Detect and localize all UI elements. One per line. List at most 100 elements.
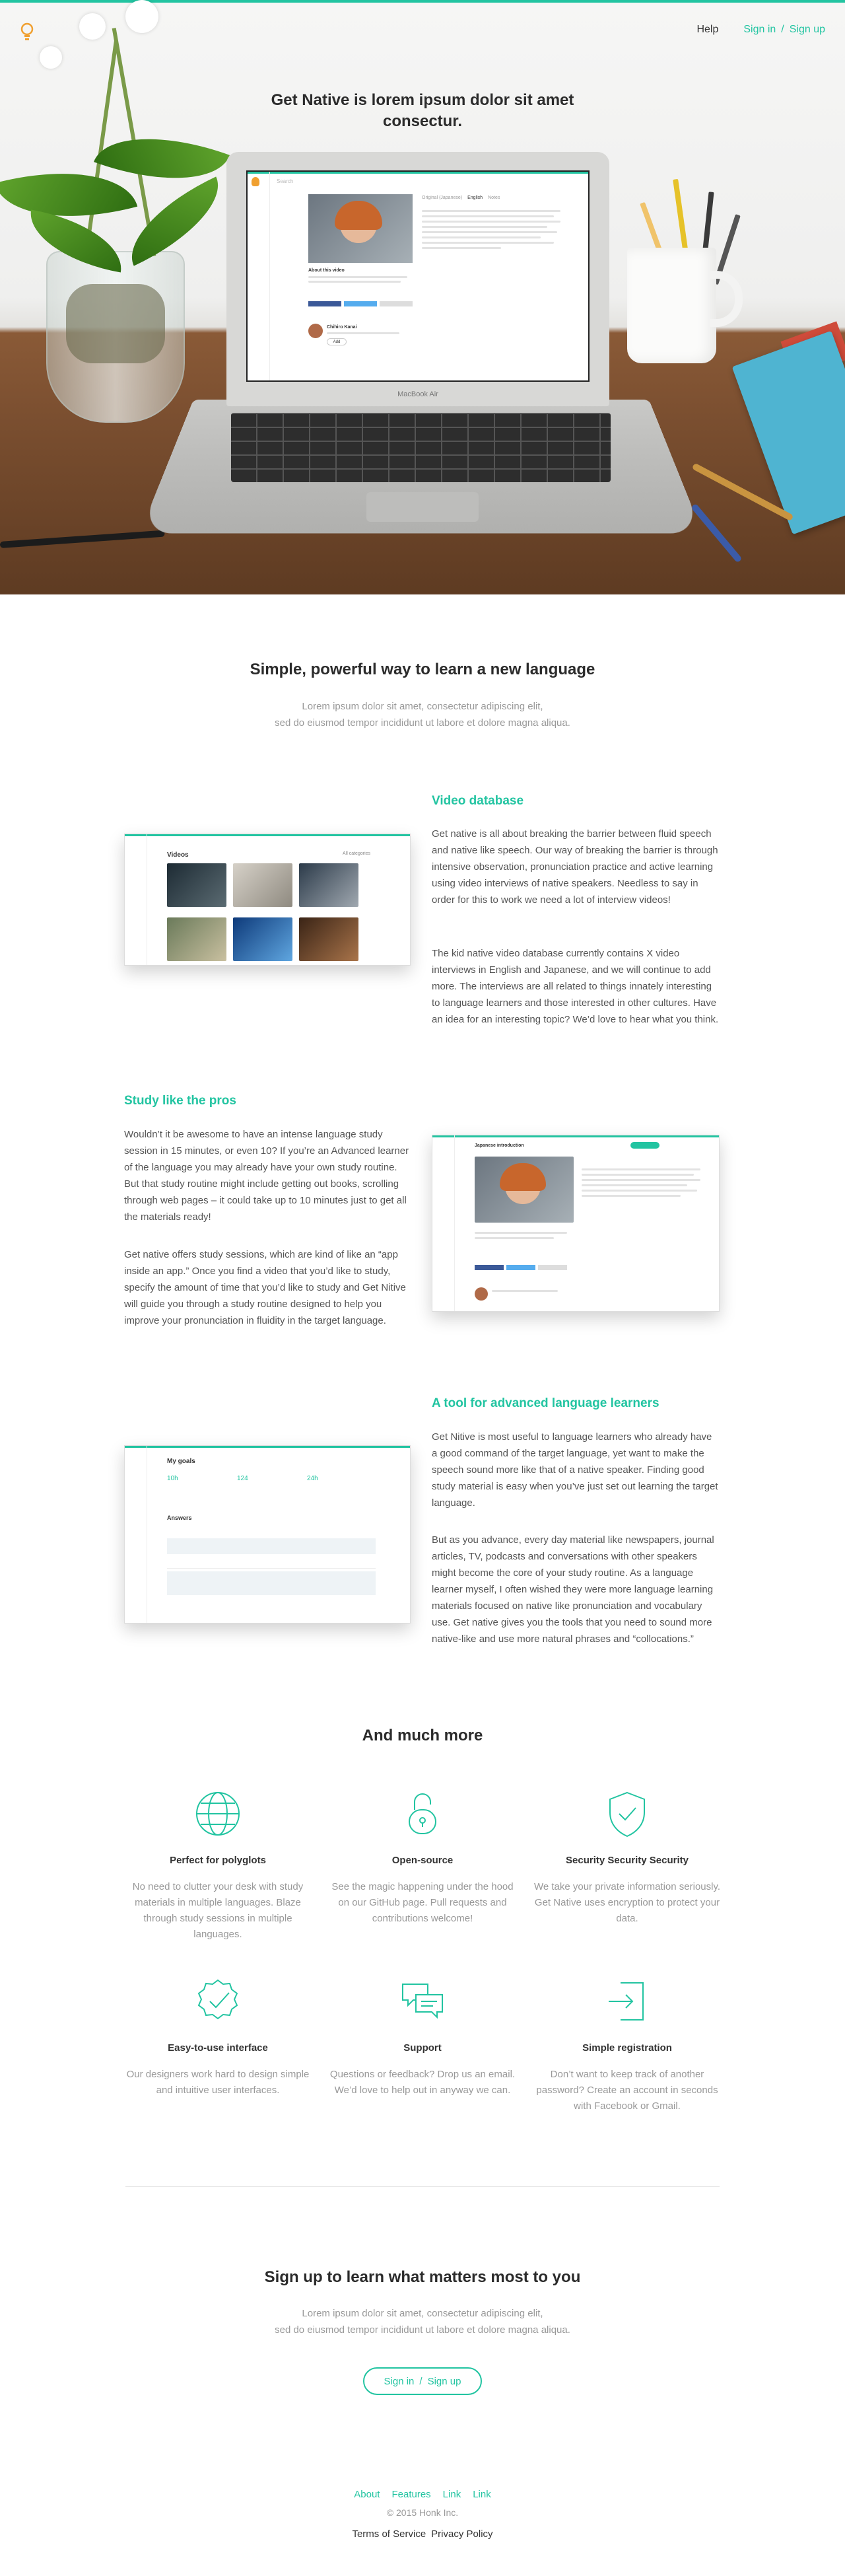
screen-add-button[interactable]: Add — [327, 338, 347, 345]
open-lock-icon — [396, 1787, 449, 1840]
book — [731, 330, 845, 535]
orchid-flower — [79, 13, 106, 40]
screen-tab[interactable]: Original (Japanese) — [422, 196, 462, 200]
screen-avatar — [308, 324, 323, 338]
pencil-mug — [627, 248, 716, 363]
lightbulb-icon[interactable] — [20, 22, 34, 42]
cta-sign-in-up-button[interactable]: Sign in / Sign up — [363, 2367, 482, 2395]
video-database-text: Get native is all about breaking the bar… — [432, 828, 718, 906]
goals-stat: 10h — [167, 1475, 178, 1482]
cta-text-line: Lorem ipsum dolor sit amet, consectetur … — [302, 2308, 543, 2319]
sign-in-icon — [601, 1975, 654, 2028]
intro-title: Simple, powerful way to learn a new lang… — [250, 661, 595, 678]
feature-card-security: Security Security Security We take your … — [531, 1787, 723, 1927]
footer-legal: Terms of Service Privacy Policy — [0, 2528, 845, 2540]
terms-link[interactable]: Terms of Service — [352, 2528, 426, 2540]
accent-topline — [0, 0, 845, 3]
videos-mock-filter: All categories — [343, 851, 371, 856]
orchid-flower — [40, 46, 62, 69]
hero-section: Search Original (Japanese) English Notes… — [0, 0, 845, 594]
video-database-title: Video database — [432, 794, 524, 808]
sign-up-link[interactable]: Sign up — [790, 24, 825, 36]
laptop-lid: Search Original (Japanese) English Notes… — [226, 152, 609, 406]
orchid-flower — [125, 0, 158, 33]
footer-copyright: © 2015 Honk Inc. — [386, 2507, 459, 2518]
video-database-text: The kid native video database currently … — [432, 948, 719, 1025]
study-text: Wouldn’t it be awesome to have an intens… — [124, 1129, 409, 1223]
screen-tab[interactable]: English — [467, 196, 483, 200]
advanced-tool-text: Get Nitive is most useful to language le… — [432, 1431, 718, 1509]
screen-sidebar — [248, 172, 270, 380]
table-marker — [0, 530, 165, 548]
feature-card-registration: Simple registration Don’t want to keep t… — [531, 1975, 723, 2114]
laptop-brand: MacBook Air — [397, 390, 438, 398]
badge-check-icon — [191, 1975, 244, 2028]
feature-card-text: See the magic happening under the hood o… — [331, 1881, 514, 1924]
screen-video-title: About this video — [308, 268, 345, 273]
feature-card-title: Simple registration — [582, 2042, 672, 2054]
feature-card-title: Security Security Security — [566, 1855, 689, 1866]
feature-card-open-source: Open-source See the magic happening unde… — [327, 1787, 518, 1927]
nav-separator: / — [781, 24, 784, 35]
screen-search: Search — [277, 178, 294, 184]
much-more-title: And much more — [362, 1727, 483, 1744]
cta-title: Sign up to learn what matters most to yo… — [264, 2268, 581, 2286]
cta-separator: / — [419, 2375, 422, 2387]
advanced-tool-title: A tool for advanced language learners — [432, 1396, 659, 1410]
footer-link-features[interactable]: Features — [391, 2489, 430, 2500]
cta-text-line: sed do eiusmod tempor incididunt ut labo… — [275, 2324, 570, 2336]
table-pen — [691, 503, 743, 563]
goals-stat: 124 — [237, 1475, 248, 1482]
videos-mock-title: Videos — [167, 851, 189, 859]
goals-answers: Answers — [167, 1515, 192, 1521]
screen-tab[interactable]: Notes — [488, 196, 500, 200]
laptop-keyboard — [231, 413, 611, 482]
screen-accent-bar — [248, 172, 588, 174]
videos-screenshot: Videos All categories — [124, 834, 411, 966]
laptop-screen: Search Original (Japanese) English Notes… — [246, 170, 590, 382]
help-link[interactable]: Help — [696, 24, 718, 36]
feature-card-text: Don’t want to keep track of another pass… — [536, 2069, 718, 2112]
feature-card-text: Questions or feedback? Drop us an email.… — [329, 2069, 516, 2096]
footer-link[interactable]: Link — [443, 2489, 461, 2500]
intro-text-line: Lorem ipsum dolor sit amet, consectetur … — [302, 701, 543, 712]
chat-bubbles-icon — [396, 1975, 449, 2028]
study-screenshot: Japanese introduction — [432, 1135, 720, 1312]
study-mock-title: Japanese introduction — [475, 1143, 524, 1148]
intro-text: Lorem ipsum dolor sit amet, consectetur … — [224, 698, 621, 731]
top-nav: Help Sign in / Sign up — [696, 24, 825, 36]
feature-card-title: Perfect for polyglots — [170, 1855, 266, 1866]
feature-card-text: Our designers work hard to design simple… — [126, 2069, 310, 2096]
cta-sign-up-link[interactable]: Sign up — [428, 2376, 461, 2387]
footer-link-about[interactable]: About — [354, 2489, 380, 2500]
advanced-tool-text: But as you advance, every day material l… — [432, 1534, 714, 1645]
screen-video-player — [308, 194, 413, 263]
feature-card-text: We take your private information serious… — [533, 1881, 721, 1924]
cta-text: Lorem ipsum dolor sit amet, consectetur … — [224, 2305, 621, 2338]
mug-handle — [710, 271, 743, 327]
laptop-trackpad — [366, 492, 479, 522]
screen-logo-icon — [252, 177, 259, 186]
section-divider — [125, 2186, 720, 2187]
study-title: Study like the pros — [124, 1094, 236, 1108]
feature-card-support: Support Questions or feedback? Drop us a… — [327, 1975, 518, 2098]
globe-icon — [191, 1787, 244, 1840]
goals-mock-title: My goals — [167, 1458, 195, 1465]
feature-card-interface: Easy-to-use interface Our designers work… — [122, 1975, 314, 2098]
cta-sign-in-link[interactable]: Sign in — [384, 2376, 415, 2387]
sign-in-link[interactable]: Sign in — [743, 24, 776, 36]
screen-user-name: Chihiro Kanai — [327, 325, 357, 330]
shield-check-icon — [601, 1787, 654, 1840]
privacy-link[interactable]: Privacy Policy — [431, 2528, 492, 2540]
study-text: Get native offers study sessions, which … — [124, 1249, 406, 1326]
feature-card-title: Support — [403, 2042, 442, 2054]
feature-card-title: Open-source — [391, 1855, 454, 1866]
feature-card-title: Easy-to-use interface — [168, 2042, 268, 2054]
person-hair — [335, 201, 382, 230]
footer-links: About Features Link Link — [0, 2489, 845, 2500]
goals-screenshot: My goals 10h 124 24h Answers — [124, 1445, 411, 1624]
goals-stat: 24h — [307, 1475, 318, 1482]
footer-link[interactable]: Link — [473, 2489, 491, 2500]
feature-card-polyglots: Perfect for polyglots No need to clutter… — [122, 1787, 314, 1943]
intro-text-line: sed do eiusmod tempor incididunt ut labo… — [275, 717, 570, 729]
